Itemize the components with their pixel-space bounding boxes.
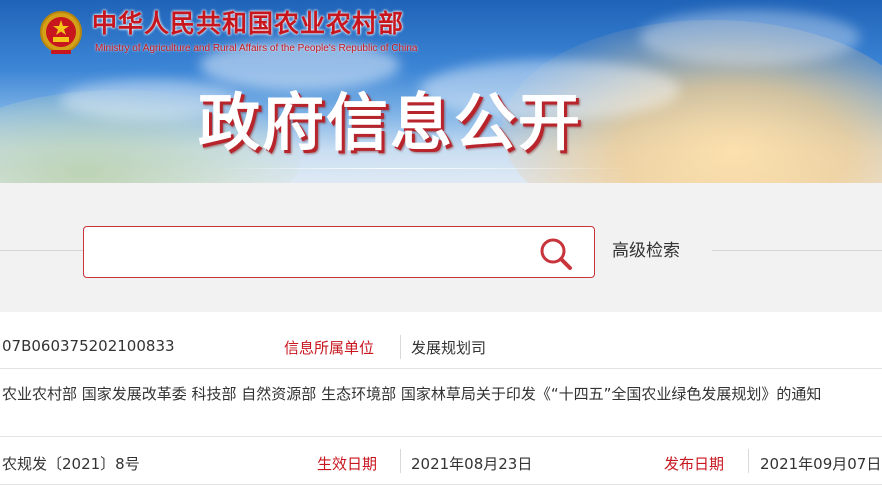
column-divider	[748, 449, 749, 473]
banner-cloud	[640, 10, 860, 65]
search-input[interactable]	[94, 235, 524, 269]
effective-date-label: 生效日期	[317, 455, 378, 473]
column-divider	[400, 335, 401, 359]
info-row-title: 农业农村部 国家发展改革委 科技部 自然资源部 生态环境部 国家林草局关于印发《…	[0, 369, 882, 437]
unit-label: 信息所属单位	[284, 339, 375, 357]
site-name-en[interactable]: Ministry of Agriculture and Rural Affair…	[95, 42, 417, 56]
effective-date-value: 2021年08月23日	[411, 455, 533, 473]
document-title: 农业农村部 国家发展改革委 科技部 自然资源部 生态环境部 国家林草局关于印发《…	[2, 385, 822, 403]
reference-number: 农规发〔2021〕8号	[2, 455, 140, 473]
index-number: 07B060375202100833	[2, 337, 175, 355]
search-icon[interactable]	[538, 236, 574, 272]
unit-value: 发展规划司	[411, 339, 487, 357]
search-divider-right	[712, 250, 882, 251]
info-row-dates: 农规发〔2021〕8号 生效日期 2021年08月23日 发布日期 2021年0…	[0, 437, 882, 485]
publish-date-label: 发布日期	[664, 455, 725, 473]
advanced-search-link[interactable]: 高级检索	[612, 239, 680, 263]
search-section: 高级检索	[0, 183, 882, 312]
search-divider-left	[0, 250, 83, 251]
column-divider	[400, 449, 401, 473]
search-box[interactable]	[83, 226, 595, 278]
publish-date-value: 2021年09月07日	[760, 455, 882, 473]
national-emblem-icon[interactable]	[38, 8, 84, 58]
info-row-index: 07B060375202100833 信息所属单位 发展规划司	[0, 325, 882, 369]
banner-title: 政府信息公开	[198, 86, 583, 159]
header-banner: 中华人民共和国农业农村部 Ministry of Agriculture and…	[0, 0, 882, 183]
site-name-cn[interactable]: 中华人民共和国农业农村部	[92, 8, 404, 40]
banner-divider	[218, 168, 638, 169]
